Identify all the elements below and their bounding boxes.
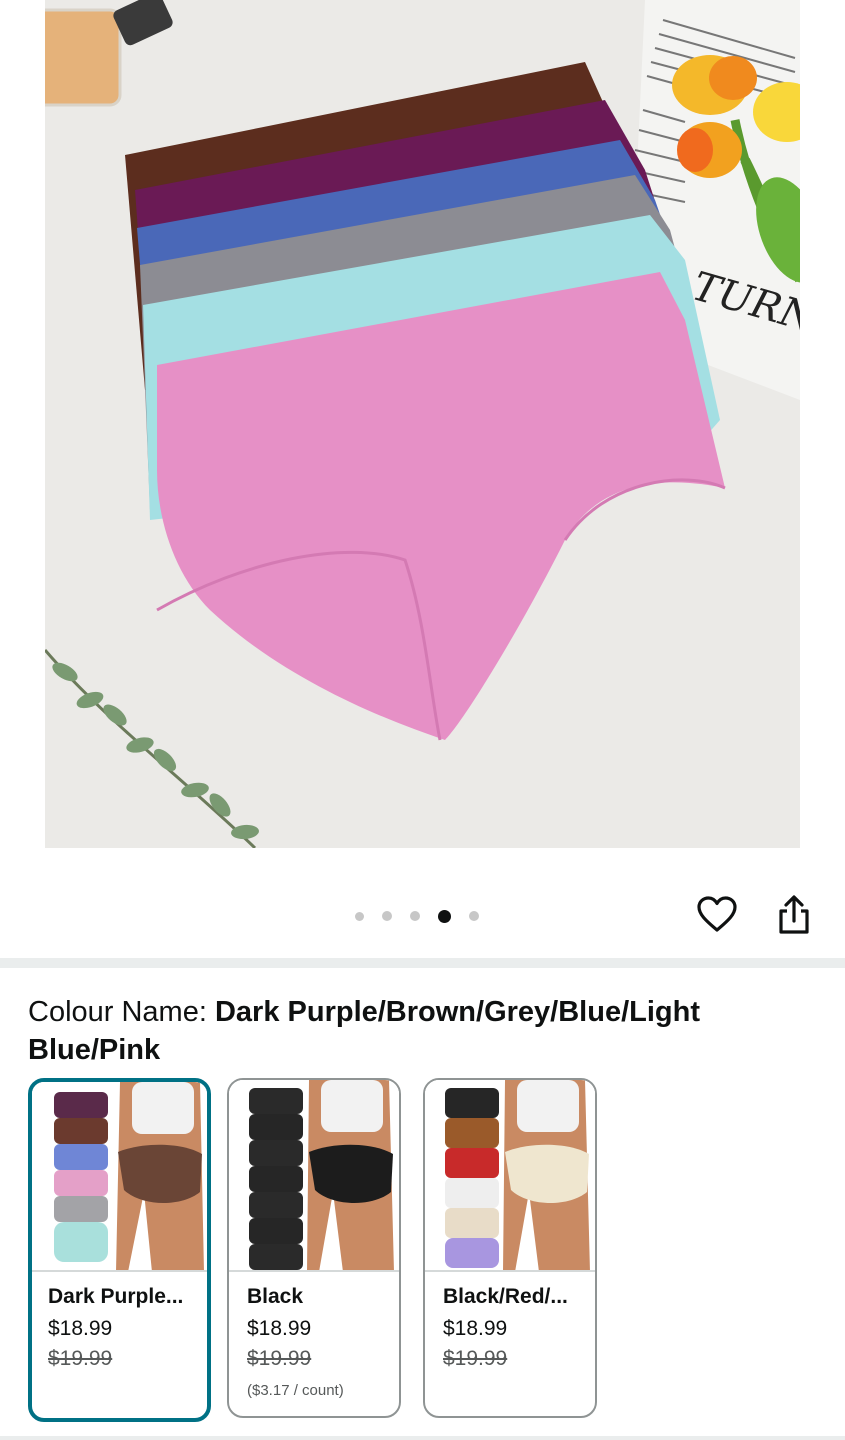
variant-info: Black $18.99 $19.99 ($3.17 / count) (247, 1282, 389, 1402)
bottom-divider (0, 1436, 845, 1440)
carousel-dot-3[interactable] (410, 911, 420, 921)
share-icon (779, 895, 809, 934)
variant-info: Dark Purple... $18.99 $19.99 (48, 1282, 197, 1374)
carousel-dot-1[interactable] (355, 911, 364, 921)
variant-price: $18.99 (247, 1317, 312, 1340)
product-photo-illustration: TURNS (45, 0, 800, 848)
variant-price: $18.99 (443, 1317, 508, 1340)
variant-name: Dark Purple... (48, 1285, 184, 1308)
section-divider (0, 958, 845, 968)
product-photo[interactable]: TURNS (45, 0, 800, 848)
brief-stack (54, 1092, 108, 1262)
share-button[interactable] (772, 893, 816, 937)
variant-card-dark-purple[interactable]: Dark Purple... $18.99 $19.99 (28, 1078, 211, 1422)
variant-list-price: $19.99 (247, 1347, 312, 1370)
carousel-dot-2[interactable] (382, 911, 392, 921)
variant-thumbnail-image (229, 1080, 399, 1270)
variant-thumbnail (32, 1082, 207, 1272)
variant-unit-price: ($3.17 / count) (247, 1382, 344, 1399)
product-image-area: TURNS (0, 0, 845, 858)
carousel-dot-5[interactable] (469, 911, 479, 921)
colour-name-label: Colour Name: (28, 996, 215, 1028)
variant-thumbnail (229, 1080, 399, 1272)
model-figure (116, 1082, 204, 1270)
brief-stack (445, 1088, 499, 1268)
variant-info: Black/Red/... $18.99 $19.99 (443, 1282, 585, 1374)
variant-thumbnail-image (32, 1082, 207, 1270)
variant-card-black-red[interactable]: Black/Red/... $18.99 $19.99 (423, 1078, 597, 1418)
model-figure (503, 1080, 590, 1270)
colour-name-heading: Colour Name: Dark Purple/Brown/Grey/Blue… (28, 993, 818, 1069)
variant-name: Black/Red/... (443, 1285, 568, 1308)
brief-stack (249, 1088, 303, 1270)
carousel-dots (355, 909, 479, 923)
variant-price: $18.99 (48, 1317, 113, 1340)
variant-list-price: $19.99 (48, 1347, 113, 1370)
variant-name: Black (247, 1285, 304, 1308)
model-figure (307, 1080, 394, 1270)
carousel-dot-4-active[interactable] (438, 909, 451, 923)
variant-card-black[interactable]: Black $18.99 $19.99 ($3.17 / count) (227, 1078, 401, 1418)
variant-thumbnail (425, 1080, 595, 1272)
wishlist-button[interactable] (695, 893, 739, 937)
variant-thumbnail-image (425, 1080, 595, 1270)
heart-outline-icon (697, 896, 737, 932)
variant-list-price: $19.99 (443, 1347, 508, 1370)
